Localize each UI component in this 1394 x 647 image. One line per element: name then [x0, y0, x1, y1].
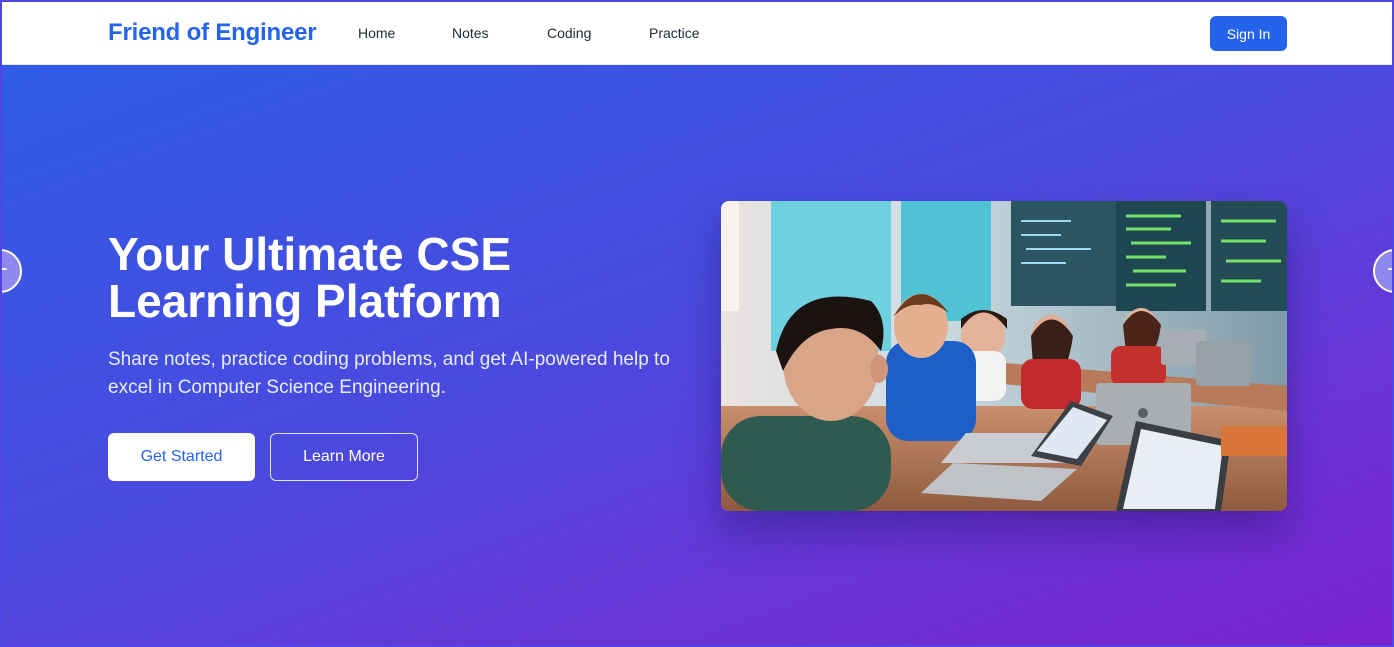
learn-more-button[interactable]: Learn More [270, 433, 418, 481]
nav-link-practice[interactable]: Practice [649, 25, 700, 41]
nav-link-notes[interactable]: Notes [452, 25, 489, 41]
get-started-button[interactable]: Get Started [108, 433, 255, 481]
nav-link-home[interactable]: Home [358, 25, 395, 41]
hero-image [721, 201, 1287, 511]
sign-in-button[interactable]: Sign In [1210, 16, 1287, 51]
hero-headline: Your Ultimate CSE Learning Platform [108, 228, 511, 327]
students-coding-illustration [721, 201, 1287, 511]
hero-section: Your Ultimate CSE Learning Platform Shar… [0, 65, 1394, 647]
hero-subtext: Share notes, practice coding problems, a… [108, 349, 670, 398]
brand-logo[interactable]: Friend of Engineer [108, 19, 317, 47]
minus-icon: − [0, 257, 9, 282]
top-navbar: Friend of Engineer Home Notes Coding Pra… [0, 0, 1394, 65]
minus-icon: − [1386, 257, 1394, 282]
carousel-prev-button[interactable]: − [0, 249, 22, 293]
carousel-next-button[interactable]: − [1373, 249, 1394, 293]
nav-link-coding[interactable]: Coding [547, 25, 591, 41]
